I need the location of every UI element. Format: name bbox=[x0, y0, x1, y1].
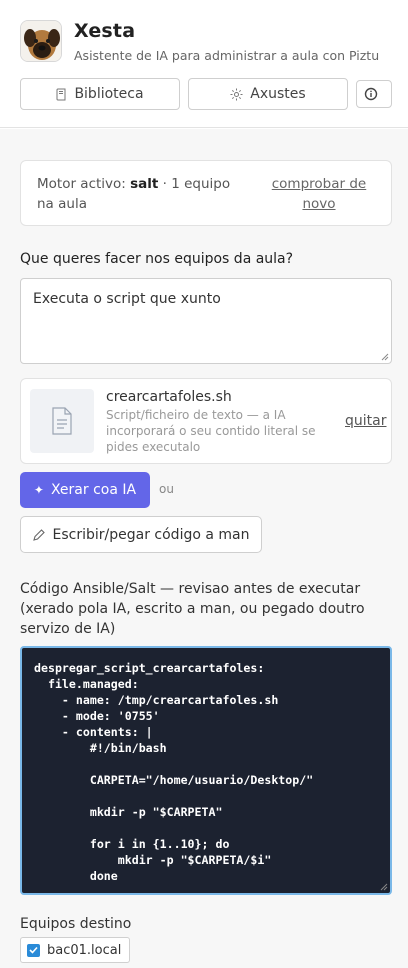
prompt-textarea[interactable]: Executa o script que xunto bbox=[20, 278, 392, 364]
settings-label: Axustes bbox=[250, 86, 306, 102]
settings-button[interactable]: Axustes bbox=[188, 78, 348, 110]
sparkle-icon: ✦ bbox=[33, 483, 44, 497]
generate-ai-button[interactable]: ✦ Xerar coa IA bbox=[20, 472, 150, 508]
remove-attachment-link[interactable]: quitar bbox=[345, 413, 386, 429]
resize-handle-icon[interactable] bbox=[379, 351, 389, 361]
engine-name: salt bbox=[130, 176, 159, 192]
main-panel: Motor activo: salt · 1 equipo na aula co… bbox=[0, 129, 408, 968]
target-checkbox-bac01[interactable]: bac01.local bbox=[20, 937, 131, 963]
recheck-link[interactable]: comprobar de novo bbox=[257, 174, 381, 214]
prompt-value: Executa o script que xunto bbox=[33, 291, 221, 307]
engine-status-text: Motor activo: salt · 1 equipo na aula bbox=[37, 176, 231, 212]
dog-avatar-logo bbox=[20, 20, 62, 62]
app-header: Xesta Asistente de IA para administrar a… bbox=[0, 0, 408, 128]
manual-label: Escribir/pegar código a man bbox=[52, 526, 250, 543]
target-name: bac01.local bbox=[47, 942, 122, 958]
info-button[interactable] bbox=[356, 80, 392, 108]
attachment-description: Script/ficheiro de texto — a IA incorpor… bbox=[106, 408, 316, 454]
targets-label: Equipos destino bbox=[20, 916, 132, 932]
prompt-label: Que queres facer nos equipos da aula? bbox=[20, 251, 294, 267]
attachment-card: crearcartafoles.sh Script/ficheiro de te… bbox=[20, 378, 392, 464]
book-icon bbox=[56, 88, 66, 100]
checkbox-checked-icon[interactable] bbox=[27, 943, 40, 957]
document-icon bbox=[52, 407, 72, 435]
pencil-icon bbox=[32, 528, 45, 541]
app-subtitle: Asistente de IA para administrar a aula … bbox=[74, 48, 380, 63]
library-button[interactable]: Biblioteca bbox=[20, 78, 180, 110]
info-icon bbox=[364, 87, 377, 101]
generate-label: Xerar coa IA bbox=[50, 482, 137, 498]
or-separator: ou bbox=[159, 482, 174, 496]
code-editor[interactable]: despregar_script_crearcartafoles: file.m… bbox=[20, 646, 392, 895]
app-title: Xesta bbox=[74, 20, 136, 42]
library-label: Biblioteca bbox=[74, 86, 144, 102]
code-section-label: Código Ansible/Salt — revisao antes de e… bbox=[20, 581, 365, 637]
code-resize-handle-icon[interactable] bbox=[378, 881, 388, 891]
file-thumbnail bbox=[30, 389, 94, 453]
code-content: despregar_script_crearcartafoles: file.m… bbox=[34, 661, 314, 883]
engine-status-card: Motor activo: salt · 1 equipo na aula co… bbox=[20, 160, 392, 226]
attachment-filename: crearcartafoles.sh bbox=[106, 389, 232, 405]
gear-icon bbox=[230, 88, 243, 100]
manual-code-button[interactable]: Escribir/pegar código a man bbox=[20, 516, 262, 553]
